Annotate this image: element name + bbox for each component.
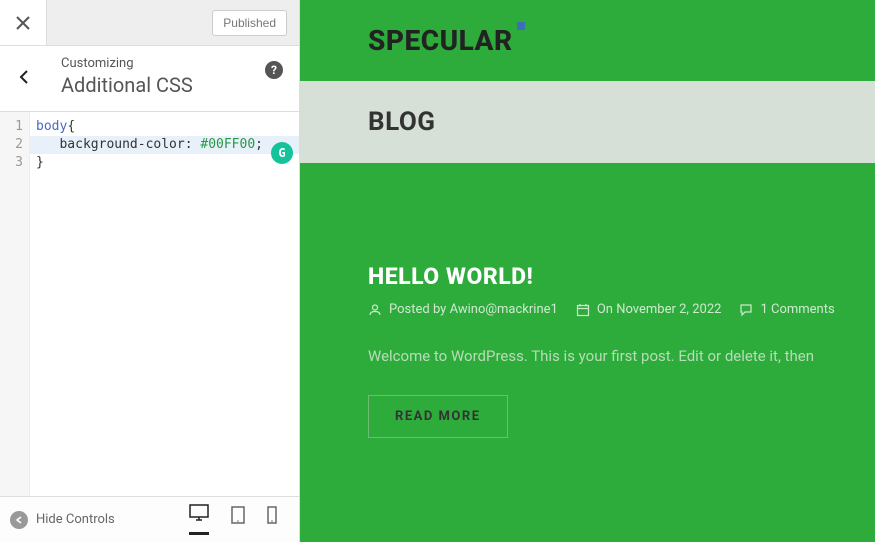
line-number: 3 [0, 154, 23, 172]
post-excerpt: Welcome to WordPress. This is your first… [368, 347, 875, 365]
hide-controls-label: Hide Controls [36, 512, 115, 527]
device-preview-switcher [189, 504, 289, 535]
site-title-text: SPECULAR [368, 24, 513, 57]
css-editor[interactable]: 1 2 3 body{ background-color: #00FF00; }… [0, 112, 299, 496]
read-more-button[interactable]: READ MORE [368, 395, 508, 438]
meta-author-text: Posted by Awino@mackrine1 [389, 302, 558, 317]
meta-comments[interactable]: 1 Comments [739, 302, 834, 317]
site-title[interactable]: SPECULAR [368, 24, 513, 57]
meta-date-text: On November 2, 2022 [597, 302, 722, 317]
site-header: SPECULAR [300, 0, 875, 81]
customizer-sidebar: Published Customizing Additional CSS ? 1… [0, 0, 300, 542]
tablet-preview-button[interactable] [231, 506, 245, 534]
code-line: } [36, 154, 293, 172]
back-button[interactable] [0, 69, 47, 85]
meta-comments-text: 1 Comments [760, 302, 834, 317]
close-button[interactable] [0, 0, 47, 46]
meta-author: Posted by Awino@mackrine1 [368, 302, 558, 317]
tablet-icon [231, 506, 245, 524]
meta-date: On November 2, 2022 [576, 302, 722, 317]
help-icon[interactable]: ? [265, 61, 283, 79]
page-title: BLOG [368, 107, 436, 137]
code-line: background-color: #00FF00; [30, 136, 299, 154]
page-title-bar: BLOG [300, 81, 875, 163]
grammarly-icon[interactable]: G [271, 142, 293, 164]
chevron-left-icon [19, 69, 29, 85]
user-icon [368, 303, 382, 317]
code-line: body{ [36, 118, 293, 136]
post: HELLO WORLD! Posted by Awino@mackrine1 O… [300, 163, 875, 438]
post-title[interactable]: HELLO WORLD! [368, 263, 875, 290]
customizing-label: Customizing [61, 56, 265, 71]
customizer-bottom-bar: Hide Controls [0, 496, 299, 542]
site-preview[interactable]: SPECULAR BLOG HELLO WORLD! Posted by Awi… [300, 0, 875, 542]
line-gutter: 1 2 3 [0, 112, 30, 496]
mobile-preview-button[interactable] [267, 506, 277, 534]
published-button[interactable]: Published [212, 10, 287, 36]
mobile-icon [267, 506, 277, 524]
hide-controls-button[interactable]: Hide Controls [10, 511, 115, 529]
post-meta: Posted by Awino@mackrine1 On November 2,… [368, 302, 875, 317]
top-bar-actions: Published [47, 0, 299, 45]
panel-header: Customizing Additional CSS ? [0, 46, 299, 112]
line-number: 2 [0, 136, 23, 154]
line-number: 1 [0, 118, 23, 136]
panel-title: Additional CSS [61, 73, 265, 97]
desktop-icon [189, 504, 209, 522]
panel-titles: Customizing Additional CSS [47, 56, 265, 97]
comment-icon [739, 303, 753, 317]
calendar-icon [576, 303, 590, 317]
code-content[interactable]: body{ background-color: #00FF00; } G [30, 112, 299, 496]
edit-shortcut-icon[interactable] [517, 22, 525, 30]
close-icon [16, 16, 30, 30]
desktop-preview-button[interactable] [189, 504, 209, 535]
collapse-icon [10, 511, 28, 529]
customizer-top-bar: Published [0, 0, 299, 46]
